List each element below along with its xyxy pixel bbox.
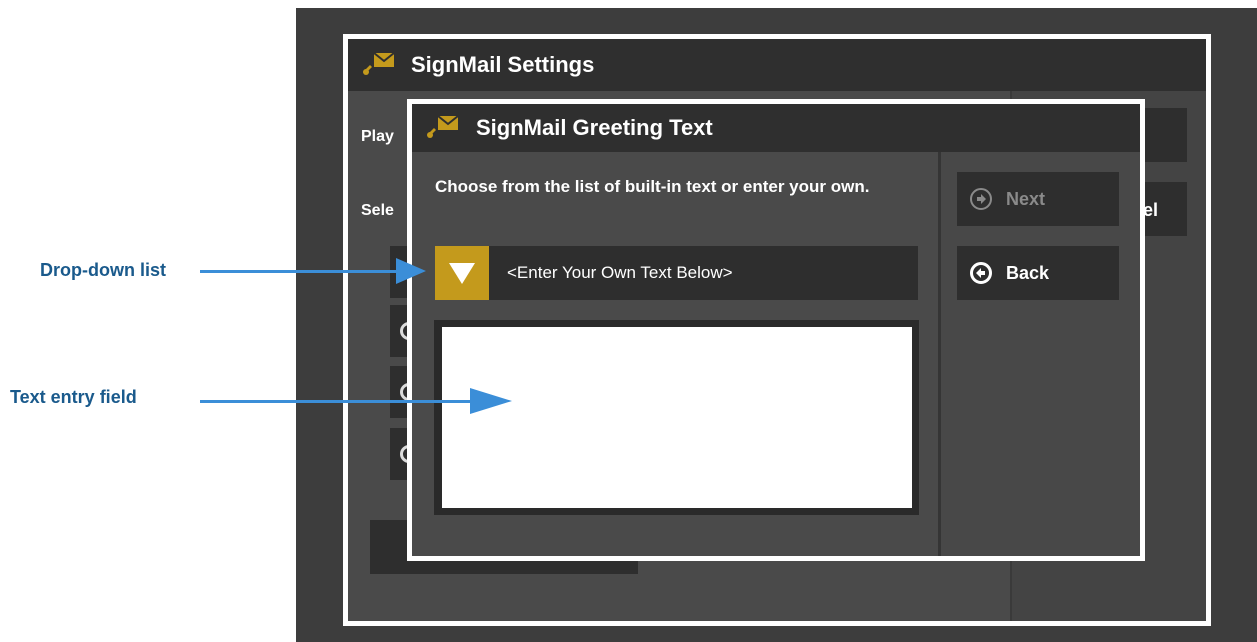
next-button[interactable]: Next: [957, 172, 1119, 226]
back-label: Back: [1006, 262, 1050, 283]
dropdown-selected-value: <Enter Your Own Text Below>: [507, 263, 733, 282]
textfield-callout-line: [200, 400, 475, 403]
arrow-head-icon: [470, 388, 512, 414]
arrow-head-icon: [396, 258, 426, 284]
greeting-text-field[interactable]: [442, 327, 912, 508]
settings-play-label: Play: [361, 128, 394, 145]
signmail-icon: [363, 52, 395, 75]
triangle-down-icon: [449, 263, 475, 284]
instructions-text: Choose from the list of built-in text or…: [435, 177, 870, 196]
dialog-title: SignMail Greeting Text: [476, 115, 713, 140]
settings-cancel-label: el: [1143, 200, 1159, 220]
dropdown-toggle-button[interactable]: [435, 246, 489, 300]
signmail-icon: [427, 115, 459, 138]
dropdown-callout-label: Drop-down list: [40, 260, 166, 280]
settings-title: SignMail Settings: [411, 52, 595, 77]
settings-select-label: Sele: [361, 202, 394, 219]
back-circle-icon: [970, 262, 992, 284]
next-label: Next: [1006, 188, 1046, 209]
next-circle-icon: [970, 188, 992, 210]
textfield-callout-label: Text entry field: [10, 387, 137, 407]
dropdown-callout-line: [200, 270, 400, 273]
back-button[interactable]: Back: [957, 246, 1119, 300]
